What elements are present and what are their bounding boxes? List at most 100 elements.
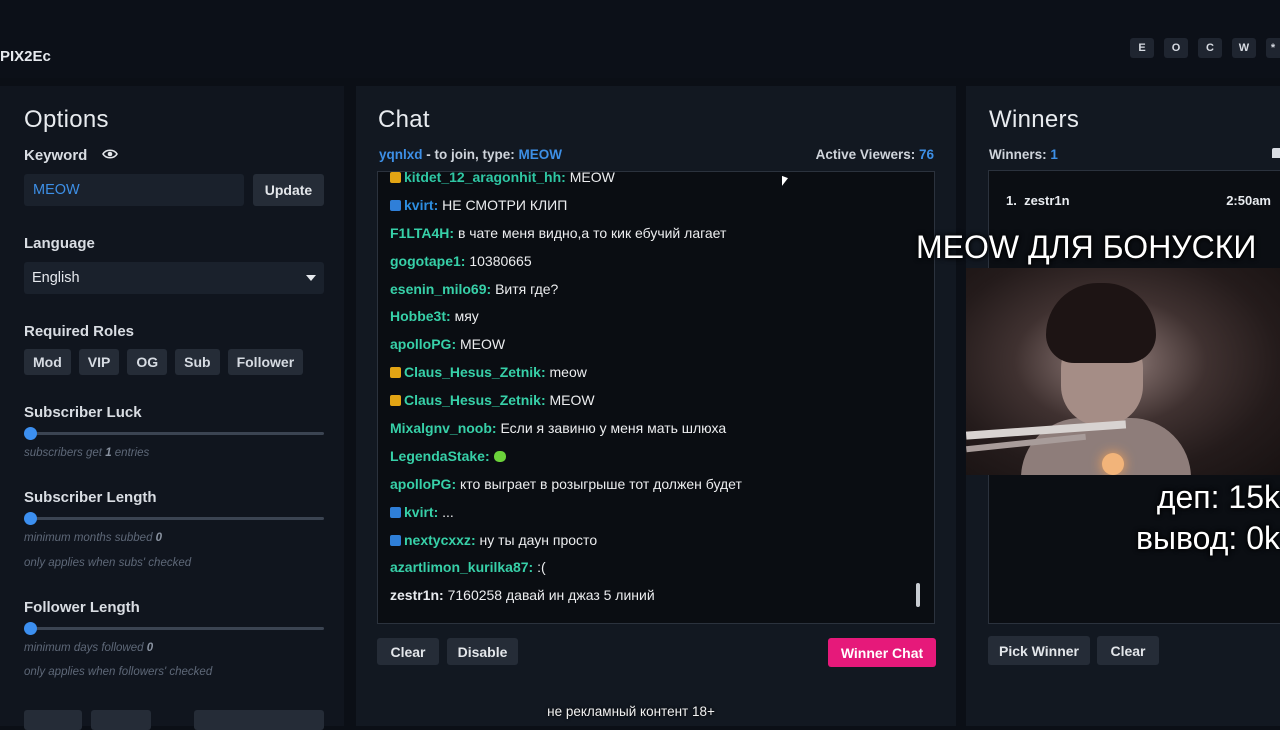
chat-message: LegendaStake: bbox=[390, 443, 910, 471]
subscriber-length-label: Subscriber Length bbox=[24, 489, 157, 506]
chat-text: MEOW bbox=[460, 336, 506, 353]
top-bar: PIX2Ec E O C W * bbox=[0, 0, 1280, 78]
winners-title: Winners bbox=[989, 106, 1080, 133]
webcam-overlay bbox=[966, 268, 1280, 475]
chat-username[interactable]: Claus_Hesus_Zetnik bbox=[404, 364, 541, 380]
role-toggles: Mod VIP OG Sub Follower bbox=[24, 349, 304, 375]
chat-text: MEOW bbox=[549, 392, 595, 409]
winner-time: 2:50am bbox=[1226, 193, 1271, 208]
chat-message: apolloPG: MEOW bbox=[390, 336, 506, 353]
subscriber-length-hint: minimum months subbed 0 bbox=[24, 532, 163, 544]
role-vip[interactable]: VIP bbox=[78, 349, 120, 375]
chat-text: ну ты даун просто bbox=[479, 531, 598, 548]
winner-chat-button[interactable]: Winner Chat bbox=[828, 638, 936, 667]
subscriber-luck-hint: subscribers get 1 entries bbox=[24, 447, 150, 459]
chat-username[interactable]: apolloPG bbox=[390, 476, 451, 492]
lamp-light bbox=[1102, 453, 1124, 475]
chat-messages: kitdet_12_aragonhit_hh: MEOW kvirt: НЕ СМ… bbox=[390, 171, 910, 610]
language-select[interactable]: English bbox=[24, 262, 324, 294]
overlay-headline: MEOW ДЛЯ БОНУСКИ bbox=[916, 229, 1257, 265]
key-star[interactable]: * bbox=[1266, 38, 1280, 58]
chat-username[interactable]: azartlimon_kurilka87 bbox=[390, 559, 529, 575]
follower-length-slider[interactable] bbox=[24, 622, 324, 635]
role-sub[interactable]: Sub bbox=[175, 349, 220, 375]
chevron-down-icon bbox=[306, 275, 316, 281]
language-value: English bbox=[32, 270, 80, 286]
chat-message: kvirt: НЕ СМОТРИ КЛИП bbox=[390, 192, 910, 220]
follower-length-label: Follower Length bbox=[24, 599, 140, 616]
join-instructions: yqnlxd - to join, type: MEOW bbox=[379, 147, 563, 162]
sub-badge-icon bbox=[390, 172, 401, 183]
winner-name: zestr1n bbox=[1024, 193, 1070, 208]
subscriber-luck-slider[interactable] bbox=[24, 427, 324, 440]
slider-handle[interactable] bbox=[24, 427, 37, 440]
key-o[interactable]: O bbox=[1164, 38, 1188, 58]
top-shortcut-keys: E O C W * bbox=[1130, 38, 1280, 58]
key-w[interactable]: W bbox=[1232, 38, 1256, 58]
clear-winners-button[interactable]: Clear bbox=[1097, 636, 1159, 665]
chat-text: MEOW bbox=[569, 171, 615, 185]
chat-username[interactable]: Hobbe3t bbox=[390, 308, 446, 324]
winners-count: Winners: 1 bbox=[989, 147, 1058, 162]
chat-text: :( bbox=[537, 559, 546, 576]
chat-message: F1LTA4H: в чате меня видно,а то кик ебуч… bbox=[390, 224, 727, 241]
clear-chat-button[interactable]: Clear bbox=[377, 638, 439, 665]
chat-message: Mixalgnv_noob: Если я завиню у меня мать… bbox=[390, 420, 727, 437]
subscriber-luck-label: Subscriber Luck bbox=[24, 404, 142, 421]
slider-handle[interactable] bbox=[24, 622, 37, 635]
prime-badge-icon bbox=[390, 534, 401, 546]
required-roles-label: Required Roles bbox=[24, 323, 135, 340]
chat-text: 7160258 давай ин джаз 5 линий bbox=[447, 587, 655, 604]
chat-text: кто выграет в розыгрыше тот должен будет bbox=[460, 475, 742, 492]
chat-username[interactable]: kitdet_12_aragonhit_hh bbox=[404, 172, 561, 185]
role-mod[interactable]: Mod bbox=[24, 349, 71, 375]
chat-username[interactable]: Mixalgnv_noob bbox=[390, 420, 492, 436]
chat-username[interactable]: nextycxxz bbox=[404, 532, 471, 548]
pick-winner-button[interactable]: Pick Winner bbox=[988, 636, 1090, 665]
role-og[interactable]: OG bbox=[127, 349, 168, 375]
follower-length-hint: minimum days followed 0 bbox=[24, 642, 154, 654]
subscriber-length-slider[interactable] bbox=[24, 512, 324, 525]
chat-username[interactable]: kvirt bbox=[404, 197, 434, 213]
chat-title: Chat bbox=[378, 106, 430, 133]
chat-message: Claus_Hesus_Zetnik: meow bbox=[390, 359, 910, 387]
key-e[interactable]: E bbox=[1130, 38, 1154, 58]
chat-username[interactable]: apolloPG bbox=[390, 336, 451, 352]
keyword-input[interactable]: MEOW bbox=[24, 174, 244, 206]
follower-length-note: only applies when followers' checked bbox=[24, 666, 213, 678]
trash-icon[interactable] bbox=[1272, 148, 1280, 158]
keyword-value: MEOW bbox=[33, 182, 80, 198]
join-keyword: MEOW bbox=[518, 147, 563, 162]
disable-button[interactable]: Disable bbox=[447, 638, 518, 665]
chat-text: Витя где? bbox=[495, 280, 559, 297]
stream-disclaimer: не рекламный контент 18+ bbox=[547, 704, 715, 719]
emote-icon bbox=[493, 450, 506, 462]
sub-badge-icon bbox=[390, 367, 401, 379]
chat-username[interactable]: esenin_milo69 bbox=[390, 281, 487, 297]
chat-username[interactable]: zestr1n bbox=[390, 587, 439, 603]
host-name: yqnlxd bbox=[379, 147, 423, 162]
winner-row[interactable]: 1. zestr1n 2:50am bbox=[1006, 193, 1271, 208]
chat-scrollbar[interactable] bbox=[916, 583, 920, 607]
chat-text: Если я завиню у меня мать шлюха bbox=[500, 420, 727, 437]
chat-log[interactable]: kitdet_12_aragonhit_hh: MEOW kvirt: НЕ СМ… bbox=[377, 171, 935, 624]
viewer-count: 76 bbox=[918, 147, 934, 162]
keyword-label: Keyword bbox=[24, 147, 88, 164]
eye-icon[interactable] bbox=[102, 148, 118, 160]
chat-username[interactable]: Claus_Hesus_Zetnik bbox=[404, 392, 541, 408]
chat-message: apolloPG: кто выграет в розыгрыше тот до… bbox=[390, 475, 742, 492]
update-button[interactable]: Update bbox=[253, 174, 324, 206]
chat-text: НЕ СМОТРИ КЛИП bbox=[442, 196, 568, 213]
chat-username[interactable]: kvirt bbox=[404, 504, 434, 520]
prime-badge-icon bbox=[390, 506, 401, 518]
chat-panel: Chat yqnlxd - to join, type: MEOW Active… bbox=[356, 86, 956, 726]
role-follower[interactable]: Follower bbox=[227, 349, 304, 375]
key-c[interactable]: C bbox=[1198, 38, 1222, 58]
chat-username[interactable]: F1LTA4H bbox=[390, 225, 449, 241]
chat-username[interactable]: LegendaStake bbox=[390, 448, 485, 464]
chat-message: kvirt: ... bbox=[390, 499, 910, 527]
chat-username[interactable]: gogotape1 bbox=[390, 253, 461, 269]
options-title: Options bbox=[24, 106, 109, 133]
slider-handle[interactable] bbox=[24, 512, 37, 525]
chat-message: esenin_milo69: Витя где? bbox=[390, 280, 559, 297]
